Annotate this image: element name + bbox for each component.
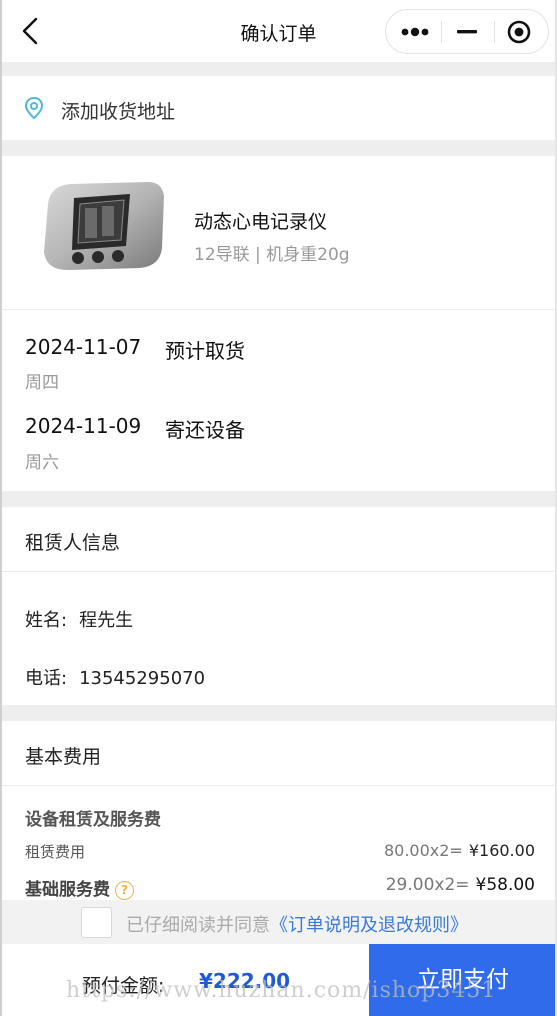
divider [0, 571, 557, 572]
more-button[interactable] [386, 10, 440, 53]
total-label: 预付金额: [82, 975, 165, 997]
fees-section-title: 基本费用 [25, 746, 102, 768]
more-dots-icon [401, 27, 429, 37]
fee-row-service: 基础服务费? 29.00x2= ¥58.00 [25, 875, 535, 900]
fee-name-wrap: 基础服务费? [25, 875, 134, 900]
location-pin-icon [24, 96, 44, 120]
question-circle-icon[interactable]: ? [115, 881, 134, 900]
pickup-date: 2024-11-07 [25, 335, 142, 359]
return-date: 2024-11-09 [25, 414, 142, 438]
pickup-weekday: 周四 [25, 373, 59, 393]
fee-value: 29.00x2= ¥58.00 [386, 875, 535, 895]
total-amount: ¥222.00 [199, 969, 291, 993]
product-spec: 12导联 | 机身重20g [194, 245, 350, 265]
renter-phone: 13545295070 [79, 668, 206, 689]
fee-formula: 80.00x2= [383, 841, 463, 860]
product-image [30, 176, 170, 276]
pickup-label: 预计取货 [165, 339, 245, 363]
fee-name: 租赁费用 [25, 843, 86, 861]
order-item-card: 动态心电记录仪 12导联 | 机身重20g 2024-11-07 预计取货 周四… [0, 156, 557, 491]
fees-card: 基本费用 设备租赁及服务费 租赁费用 80.00x2= ¥160.00 基础服务费… [0, 721, 557, 921]
agreement-text: 已仔细阅读并同意《订单说明及退改规则》 [126, 911, 468, 937]
order-rules-link[interactable]: 《订单说明及退改规则》 [270, 915, 468, 936]
fee-row-rental: 租赁费用 80.00x2= ¥160.00 [25, 841, 535, 863]
checkout-bar: 预付金额: ¥222.00 立即支付 [0, 944, 557, 1016]
return-label: 寄还设备 [165, 418, 245, 442]
fee-price: ¥58.00 [475, 875, 535, 895]
fee-formula: 29.00x2= [385, 875, 470, 895]
add-address-label: 添加收货地址 [61, 101, 176, 123]
product-name: 动态心电记录仪 [194, 211, 328, 233]
mini-program-capsule [385, 9, 549, 54]
app-frame: 确认订单 添加收货地址 动态心电记录仪 12导联 | 机身重20g 2024-1… [0, 0, 557, 1016]
fee-group-title: 设备租赁及服务费 [25, 810, 161, 830]
renter-name-row: 姓名: 程先生 [25, 606, 133, 632]
add-address-row[interactable]: 添加收货地址 [0, 76, 557, 140]
return-weekday: 周六 [25, 453, 59, 473]
pay-now-button[interactable]: 立即支付 [369, 944, 557, 1016]
minimize-button[interactable] [441, 10, 495, 53]
fee-name: 基础服务费 [25, 880, 110, 900]
nav-bar: 确认订单 [0, 0, 557, 62]
renter-name: 程先生 [79, 610, 134, 631]
phone-label: 电话: [25, 668, 68, 689]
minus-icon [457, 30, 477, 34]
name-label: 姓名: [25, 610, 68, 631]
target-close-icon [507, 20, 531, 44]
agreement-bar: 已仔细阅读并同意《订单说明及退改规则》 [0, 900, 557, 944]
divider [0, 309, 557, 310]
divider [0, 785, 557, 786]
agree-checkbox[interactable] [81, 907, 112, 938]
frame-edge [0, 0, 2, 1016]
agreement-prefix: 已仔细阅读并同意 [126, 915, 270, 936]
renter-info-card: 租赁人信息 姓名: 程先生 电话: 13545295070 [0, 507, 557, 705]
close-button[interactable] [495, 10, 549, 53]
renter-section-title: 租赁人信息 [25, 532, 121, 554]
renter-phone-row: 电话: 13545295070 [25, 664, 205, 690]
fee-value: 80.00x2= ¥160.00 [384, 841, 535, 860]
fee-price: ¥160.00 [468, 841, 535, 860]
